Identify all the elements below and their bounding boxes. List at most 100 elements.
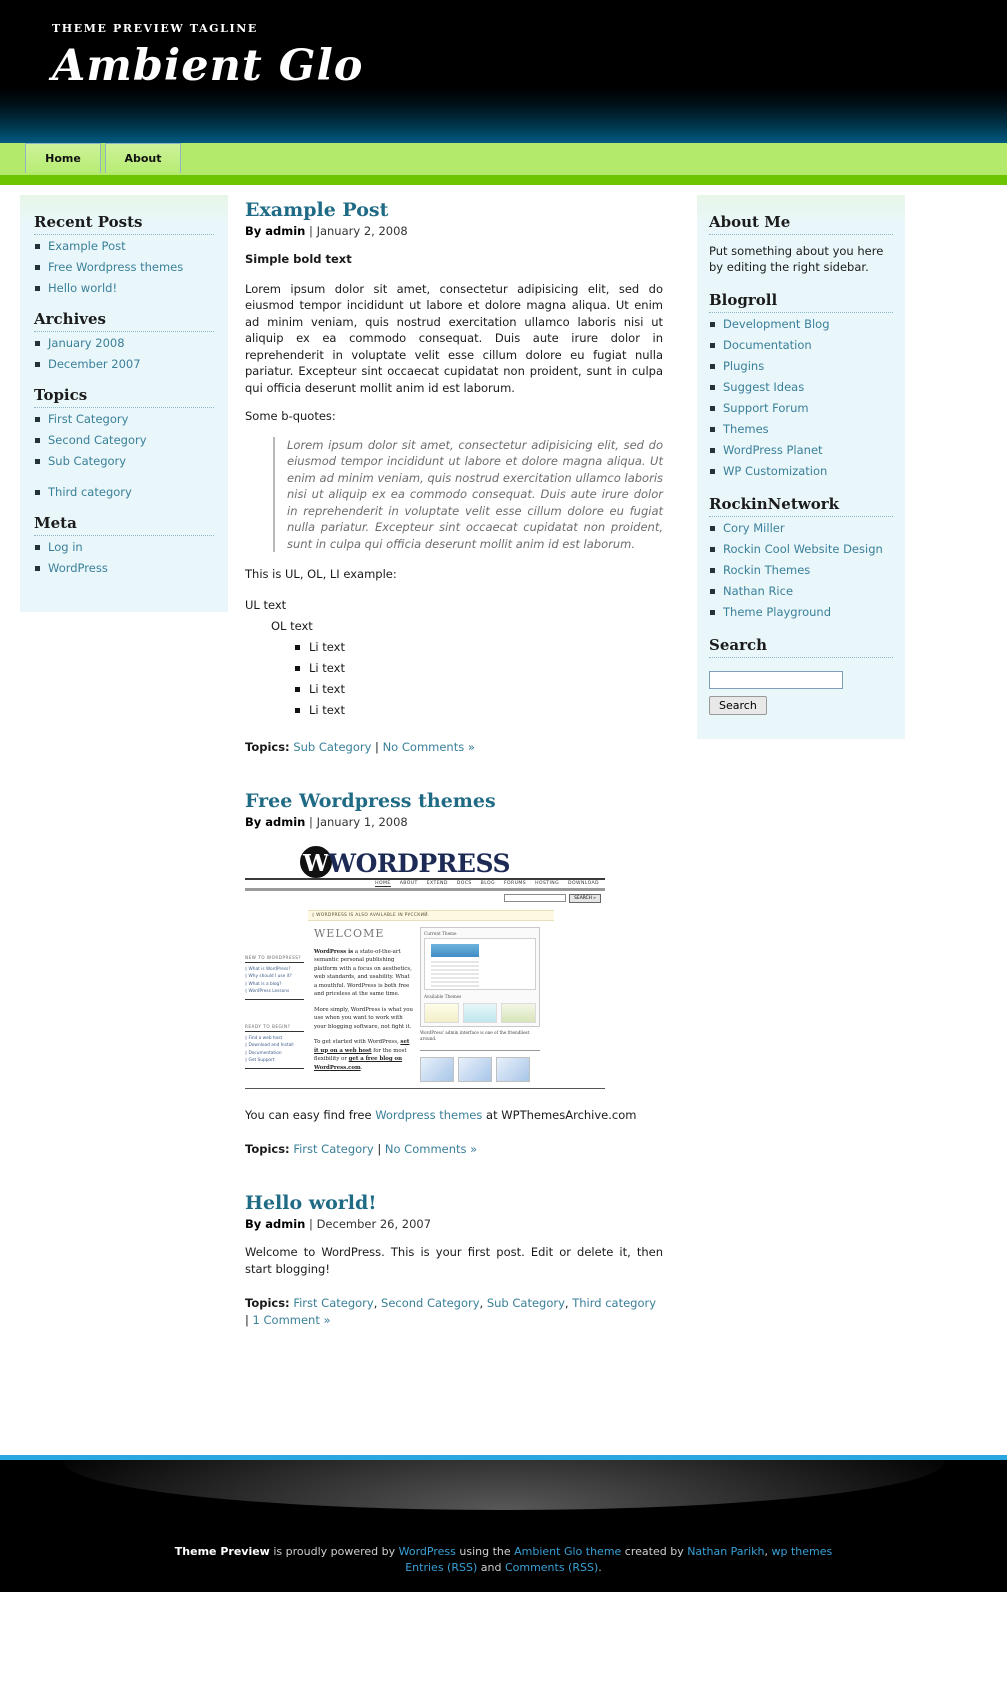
widget-rockin-network: RockinNetwork Cory Miller Rockin Cool We…	[697, 495, 905, 620]
post-title[interactable]: Hello world!	[245, 1192, 663, 1214]
footer-link-entries-rss[interactable]: Entries (RSS)	[405, 1561, 477, 1574]
link-second-category[interactable]: Second Category	[48, 433, 147, 447]
blockquote-text: Lorem ipsum dolor sit amet, consectetur …	[287, 437, 663, 551]
link-january-2008[interactable]: January 2008	[48, 336, 125, 350]
list-item[interactable]: Documentation	[709, 338, 893, 353]
main-navigation[interactable]: Home About	[25, 143, 185, 173]
wordpress-themes-link[interactable]: Wordpress themes	[375, 1108, 482, 1122]
nav-item-home[interactable]: Home	[25, 143, 101, 173]
link-documentation[interactable]: Documentation	[723, 338, 812, 352]
post-paragraph: Welcome to WordPress. This is your first…	[245, 1245, 663, 1276]
footer-using: using the	[455, 1545, 515, 1558]
link-december-2007[interactable]: December 2007	[48, 357, 141, 371]
post-meta: By admin | January 2, 2008	[245, 224, 663, 239]
list-item[interactable]: WP Customization	[709, 464, 893, 479]
link-support-forum[interactable]: Support Forum	[723, 401, 809, 415]
wp-nav-about: ABOUT	[399, 881, 418, 886]
post-paragraph: You can easy find free Wordpress themes …	[245, 1107, 663, 1124]
wp-mid-column: WELCOME WordPress is a state-of-the-art …	[308, 927, 420, 1082]
topic-link-first-category[interactable]: First Category	[293, 1142, 373, 1156]
branding: THEME PREVIEW TAGLINE Ambient Glo	[52, 22, 363, 92]
link-wp-customization[interactable]: WP Customization	[723, 464, 827, 478]
link-themes[interactable]: Themes	[723, 422, 769, 436]
wp-available-themes	[424, 1002, 537, 1023]
list-item[interactable]: Support Forum	[709, 401, 893, 416]
footer-link-comments-rss[interactable]: Comments (RSS)	[505, 1561, 598, 1574]
list-item[interactable]: Plugins	[709, 359, 893, 374]
post-title[interactable]: Example Post	[245, 199, 663, 221]
topic-link-first-category[interactable]: First Category	[293, 1296, 373, 1310]
comments-link[interactable]: 1 Comment »	[253, 1313, 331, 1327]
link-first-category[interactable]: First Category	[48, 412, 128, 426]
list-item[interactable]: Cory Miller	[709, 521, 893, 536]
list-item[interactable]: Third category	[34, 485, 214, 500]
list-item[interactable]: WordPress	[34, 561, 214, 576]
wp-bottom-rule	[245, 1087, 605, 1089]
link-wordpress-planet[interactable]: WordPress Planet	[723, 443, 823, 457]
footer-link-theme[interactable]: Ambient Glo theme	[514, 1545, 621, 1558]
topic-link-third-category[interactable]: Third category	[572, 1296, 656, 1310]
nav-item-about[interactable]: About	[105, 143, 181, 173]
list-item[interactable]: First Category	[34, 412, 214, 427]
link-rockin-themes[interactable]: Rockin Themes	[723, 563, 810, 577]
list-intro: This is UL, OL, LI example:	[245, 567, 397, 581]
list-item[interactable]: WordPress Planet	[709, 443, 893, 458]
link-wordpress[interactable]: WordPress	[48, 561, 108, 575]
list-item[interactable]: Second Category	[34, 433, 214, 448]
wp-side-title-ready: READY TO BEGIN?	[245, 1024, 304, 1032]
list-item[interactable]: Nathan Rice	[709, 584, 893, 599]
link-plugins[interactable]: Plugins	[723, 359, 764, 373]
link-hello-world[interactable]: Hello world!	[48, 281, 117, 295]
list-item[interactable]: Free Wordpress themes	[34, 260, 214, 275]
wp-nav-download: DOWNLOAD	[568, 881, 599, 886]
post-title-link[interactable]: Free Wordpress themes	[245, 790, 496, 812]
post-title[interactable]: Free Wordpress themes	[245, 790, 663, 812]
list-item[interactable]: Sub Category	[34, 454, 214, 469]
topic-link-sub-category[interactable]: Sub Category	[487, 1296, 565, 1310]
list-item[interactable]: Hello world!	[34, 281, 214, 296]
link-suggest-ideas[interactable]: Suggest Ideas	[723, 380, 804, 394]
link-log-in[interactable]: Log in	[48, 540, 83, 554]
link-third-category[interactable]: Third category	[48, 485, 132, 499]
list-item[interactable]: Example Post	[34, 239, 214, 254]
list-item[interactable]: Development Blog	[709, 317, 893, 332]
link-free-wordpress-themes[interactable]: Free Wordpress themes	[48, 260, 183, 274]
post-footer: Topics: First Category | No Comments »	[245, 1141, 663, 1158]
widget-title-blogroll: Blogroll	[709, 291, 893, 313]
list-item[interactable]: January 2008	[34, 336, 214, 351]
list-item[interactable]: Themes	[709, 422, 893, 437]
search-input[interactable]	[709, 670, 843, 689]
post-body: You can easy find free Wordpress themes …	[245, 1107, 663, 1124]
wp-para1-bold: WordPress is	[314, 948, 354, 955]
link-example-post[interactable]: Example Post	[48, 239, 126, 253]
link-theme-playground[interactable]: Theme Playground	[723, 605, 831, 619]
post-title-link[interactable]: Example Post	[245, 199, 388, 221]
link-cory-miller[interactable]: Cory Miller	[723, 521, 785, 535]
comments-link[interactable]: No Comments »	[385, 1142, 477, 1156]
wp-nav-docs: DOCS	[456, 881, 472, 886]
text-before-link: You can easy find free	[245, 1107, 376, 1122]
link-sub-category[interactable]: Sub Category	[48, 454, 126, 468]
list-item[interactable]: Theme Playground	[709, 605, 893, 620]
link-development-blog[interactable]: Development Blog	[723, 317, 830, 331]
post-body: Simple bold text Lorem ipsum dolor sit a…	[245, 251, 663, 721]
list-item[interactable]: Suggest Ideas	[709, 380, 893, 395]
topic-link-second-category[interactable]: Second Category	[381, 1296, 480, 1310]
footer-link-author[interactable]: Nathan Parikh	[687, 1545, 764, 1558]
topic-link-sub-category[interactable]: Sub Category	[293, 740, 371, 754]
link-rockin-cool-website-design[interactable]: Rockin Cool Website Design	[723, 542, 883, 556]
footer-link-wordpress[interactable]: WordPress	[399, 1545, 456, 1558]
list-item[interactable]: December 2007	[34, 357, 214, 372]
list-item[interactable]: Log in	[34, 540, 214, 555]
search-button[interactable]: Search	[709, 695, 767, 715]
footer-link-wp-themes[interactable]: wp themes	[771, 1545, 832, 1558]
list-item[interactable]: Rockin Themes	[709, 563, 893, 578]
meta-separator: |	[309, 1217, 313, 1231]
wp-nav-forums: FORUMS	[504, 881, 527, 886]
comments-link[interactable]: No Comments »	[383, 740, 475, 754]
post-title-link[interactable]: Hello world!	[245, 1192, 377, 1214]
link-nathan-rice[interactable]: Nathan Rice	[723, 584, 793, 598]
main-content: Example Post By admin | January 2, 2008 …	[245, 199, 663, 1363]
list-item[interactable]: Rockin Cool Website Design	[709, 542, 893, 557]
footer-powered-by: is proudly powered by	[269, 1545, 399, 1558]
